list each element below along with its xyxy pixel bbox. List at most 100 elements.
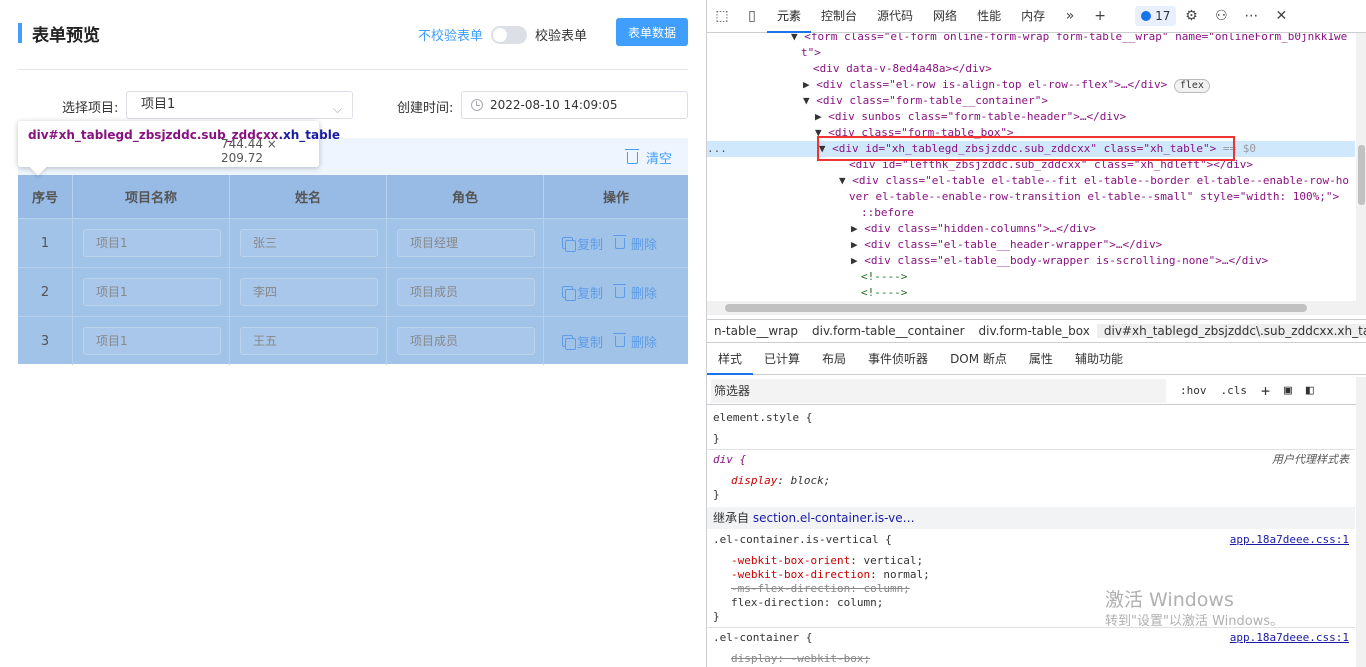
breadcrumb-item[interactable]: n-table__wrap xyxy=(707,324,805,338)
dom-node-header-wrapper[interactable]: ▶ <div class="el-table__header-wrapper">… xyxy=(851,237,1162,253)
cls-toggle[interactable]: .cls xyxy=(1221,384,1248,397)
device-toolbar-icon[interactable]: ▯ xyxy=(737,0,767,33)
style-rule-selector[interactable]: div { xyxy=(713,453,746,467)
breadcrumb-item[interactable]: div.form-table__container xyxy=(805,324,972,338)
delete-button[interactable]: 删除 xyxy=(613,332,658,351)
row-number: 3 xyxy=(18,317,73,365)
tab-computed[interactable]: 已计算 xyxy=(753,343,811,375)
styles-scrollbar[interactable] xyxy=(1356,377,1366,667)
dom-node-comment[interactable]: <!----> xyxy=(861,269,907,285)
clear-button[interactable]: 清空 xyxy=(624,148,672,167)
dom-node-before[interactable]: ::before xyxy=(861,205,914,221)
close-icon[interactable]: ✕ xyxy=(1266,0,1296,33)
tab-memory[interactable]: 内存 xyxy=(1011,0,1055,33)
style-declaration-overridden[interactable]: -ms-flex-direction: column; xyxy=(731,582,910,596)
style-prop: display xyxy=(731,474,778,487)
tab-dom-breakpoints[interactable]: DOM 断点 xyxy=(939,343,1018,375)
add-rule-icon[interactable]: + xyxy=(1261,382,1270,400)
dom-hscrollbar-thumb[interactable] xyxy=(725,304,1307,312)
tab-performance[interactable]: 性能 xyxy=(967,0,1011,33)
tab-accessibility[interactable]: 辅助功能 xyxy=(1064,343,1134,375)
style-declaration[interactable]: flex-direction: column; xyxy=(731,596,883,610)
copy-button[interactable]: 复制 xyxy=(562,332,603,351)
dom-hscrollbar[interactable] xyxy=(707,301,1366,315)
style-declaration[interactable]: display: block; xyxy=(731,474,830,488)
tab-elements[interactable]: 元素 xyxy=(767,0,812,33)
form-data-button[interactable]: 表单数据 xyxy=(616,18,688,46)
tab-console[interactable]: 控制台 xyxy=(811,0,867,33)
add-tab-icon[interactable]: + xyxy=(1085,0,1115,33)
project-select[interactable]: 项目1 ⌵ xyxy=(126,91,353,119)
inspect-element-icon[interactable]: ⬚ xyxy=(707,0,737,33)
role-input[interactable]: 项目成员 xyxy=(397,327,535,355)
paint-icon[interactable]: ▣ xyxy=(1284,383,1292,398)
tab-event-listeners[interactable]: 事件侦听器 xyxy=(857,343,939,375)
dom-node-eltable-cont: ver el-table--enable-row-transition el-t… xyxy=(849,189,1339,205)
style-source-link[interactable]: app.18a7deee.css:1 xyxy=(1230,533,1349,547)
dom-scrollbar-thumb[interactable] xyxy=(1358,145,1365,205)
issues-count: 17 xyxy=(1155,9,1171,23)
project-cell: 项目1 xyxy=(73,317,230,365)
sidebar-toggle-icon[interactable]: ◧ xyxy=(1306,383,1314,398)
delete-button[interactable]: 删除 xyxy=(613,283,657,302)
styles-filter-input[interactable]: 筛选器 xyxy=(711,378,1166,403)
dom-text: <div class="hidden-columns">…</div> xyxy=(864,222,1097,235)
gear-icon[interactable]: ⚙ xyxy=(1176,0,1206,33)
project-name-input[interactable]: 项目1 xyxy=(83,229,221,257)
delete-button[interactable]: 删除 xyxy=(613,234,657,253)
role-input[interactable]: 项目经理 xyxy=(397,229,535,257)
person-name-input[interactable]: 王五 xyxy=(240,327,378,355)
tab-network[interactable]: 网络 xyxy=(923,0,967,33)
inherited-selector[interactable]: section.el-container.is-ve… xyxy=(753,511,915,525)
style-rule-selector[interactable]: .el-container { xyxy=(713,631,812,645)
customize-icon[interactable]: ⚇ xyxy=(1206,0,1236,33)
person-name-input[interactable]: 李四 xyxy=(240,278,378,306)
role-input[interactable]: 项目成员 xyxy=(397,278,535,306)
person-name-input[interactable]: 张三 xyxy=(240,229,378,257)
style-source-link[interactable]: app.18a7deee.css:1 xyxy=(1230,631,1349,645)
copy-button[interactable]: 复制 xyxy=(562,283,603,302)
project-name-input[interactable]: 项目1 xyxy=(83,327,221,355)
project-name-input[interactable]: 项目1 xyxy=(83,278,221,306)
issues-badge[interactable]: 17 xyxy=(1135,6,1177,26)
dom-node-container[interactable]: ▼ <div class="form-table__container"> xyxy=(803,93,1048,109)
more-options-icon[interactable]: ⋯ xyxy=(1236,0,1266,33)
dom-node-eltable[interactable]: ▼ <div class="el-table el-table--fit el-… xyxy=(839,173,1349,189)
tab-sources[interactable]: 源代码 xyxy=(867,0,923,33)
dom-node-body-wrapper[interactable]: ▶ <div class="el-table__body-wrapper is-… xyxy=(851,253,1268,269)
style-rule-selector[interactable]: .el-container.is-vertical { xyxy=(713,533,892,547)
table-row: 2 项目1 李四 项目成员 复制 删除 xyxy=(18,267,688,316)
copy-icon xyxy=(562,286,576,301)
breadcrumb-item[interactable]: div#xh_tablegd_zbsjzddc\.sub_zddcxx.xh_t… xyxy=(1096,324,1366,338)
dom-node-header[interactable]: ▶ <div sunbos class="form-table-header">… xyxy=(815,109,1126,125)
dom-text: <form class="el-form online-form-wrap fo… xyxy=(804,33,1348,43)
style-declaration[interactable]: -webkit-box-direction: normal; xyxy=(731,568,930,582)
style-declaration[interactable]: -webkit-box-orient: vertical; xyxy=(731,554,923,568)
page-title-text: 表单预览 xyxy=(32,25,100,46)
title-accent-bar xyxy=(18,23,22,43)
table-row: 3 项目1 王五 项目成员 复制 删除 xyxy=(18,316,688,365)
dom-scrollbar[interactable] xyxy=(1356,33,1366,301)
tooltip-tag: div xyxy=(28,128,49,142)
tab-properties[interactable]: 属性 xyxy=(1018,343,1064,375)
copy-label: 复制 xyxy=(577,335,604,351)
dom-node-hidden-cols[interactable]: ▶ <div class="hidden-columns">…</div> xyxy=(851,221,1096,237)
style-prop: -webkit-box-direction xyxy=(731,568,871,581)
breadcrumb-item[interactable]: div.form-table_box xyxy=(972,324,1097,338)
dom-node-el-row[interactable]: ▶ <div class="el-row is-align-top el-row… xyxy=(803,77,1210,93)
flex-badge[interactable]: flex xyxy=(1173,79,1210,93)
copy-button[interactable]: 复制 xyxy=(562,234,603,253)
dom-node-datav[interactable]: <div data-v-8ed4a48a></div> xyxy=(813,61,992,77)
style-rule-selector[interactable]: element.style { xyxy=(713,411,812,425)
hov-toggle[interactable]: :hov xyxy=(1180,384,1207,397)
dom-node-comment[interactable]: <!----> xyxy=(861,285,907,301)
style-declaration-overridden[interactable]: display: -webkit-box; xyxy=(731,652,870,666)
verify-switch[interactable] xyxy=(491,25,528,44)
delete-label: 删除 xyxy=(631,335,658,351)
tab-layout[interactable]: 布局 xyxy=(811,343,857,375)
dom-node-form[interactable]: ▼ <form class="el-form online-form-wrap … xyxy=(791,33,1347,45)
form-preview-pane: 表单预览 不校验表单 校验表单 表单数据 选择项目: 项目1 ⌵ 创建时间: 2… xyxy=(0,0,706,667)
tab-styles[interactable]: 样式 xyxy=(707,343,754,375)
created-time-input[interactable]: 2022-08-10 14:09:05 xyxy=(461,91,688,119)
more-tabs-icon[interactable]: » xyxy=(1055,0,1085,33)
